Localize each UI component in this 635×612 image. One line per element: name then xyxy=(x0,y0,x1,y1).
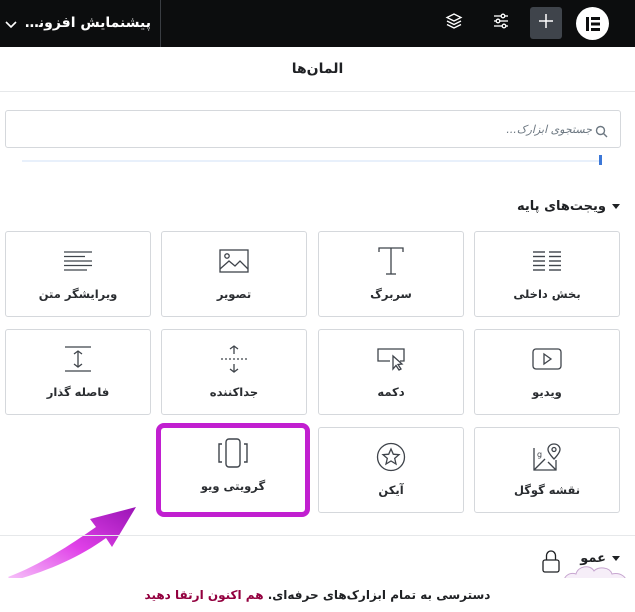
widget-search-input[interactable] xyxy=(12,116,592,142)
add-element-button[interactable] xyxy=(530,7,562,39)
widget-spacer[interactable]: فاصله گذار xyxy=(5,329,151,415)
widget-label: ویرایشگر متن xyxy=(38,287,118,301)
video-icon xyxy=(475,342,619,376)
widget-divider[interactable]: جداکننده xyxy=(161,329,307,415)
gravity-view-icon xyxy=(161,436,305,470)
sliders-icon xyxy=(492,12,510,34)
spacer-icon xyxy=(6,342,150,376)
button-icon xyxy=(319,342,463,376)
category-basic-header[interactable]: ویجت‌های پایه xyxy=(420,196,620,218)
search-icon xyxy=(595,123,608,138)
divider-icon xyxy=(162,342,306,376)
svg-text:g: g xyxy=(537,450,542,459)
layers-icon xyxy=(445,12,463,34)
pro-upgrade-bar: دسترسی به تمام ابزارک‌های حرفه‌ای. هم اک… xyxy=(0,578,635,612)
widget-text-editor[interactable]: ویرایشگر متن xyxy=(5,231,151,317)
category-basic-title: ویجت‌های پایه xyxy=(517,199,606,214)
inner-section-icon xyxy=(475,244,619,278)
widget-video[interactable]: ویدیو xyxy=(474,329,620,415)
plus-icon xyxy=(537,12,555,34)
widget-label: آیکن xyxy=(378,483,404,497)
widget-google-maps[interactable]: g نقشه گوگل xyxy=(474,427,620,513)
caret-down-icon xyxy=(612,204,620,209)
widget-label: دکمه xyxy=(377,385,405,399)
text-editor-icon xyxy=(6,244,150,278)
widget-label: گرویتی ویو xyxy=(200,479,266,493)
heading-icon xyxy=(319,244,463,278)
site-settings-button[interactable] xyxy=(485,7,517,39)
search-focus-marker xyxy=(599,155,602,165)
upgrade-link[interactable]: هم اکنون ارتقا دهید xyxy=(145,588,264,602)
widget-button[interactable]: دکمه xyxy=(318,329,464,415)
chevron-down-icon[interactable] xyxy=(3,16,19,32)
widget-gravity-view[interactable]: گرویتی ویو xyxy=(156,423,310,517)
pointer-arrow-decoration xyxy=(8,507,136,580)
editor-top-bar: پیشنمایش افزونه t... xyxy=(0,0,635,47)
page-preview-title[interactable]: پیشنمایش افزونه t... xyxy=(21,11,151,35)
widget-label: تصویر xyxy=(216,287,252,301)
promo-text: دسترسی به تمام ابزارک‌های حرفه‌ای. xyxy=(267,588,491,602)
widget-label: ویدیو xyxy=(532,385,562,399)
widget-heading[interactable]: سربرگ xyxy=(318,231,464,317)
top-bar-divider xyxy=(160,0,161,47)
widget-search-box[interactable] xyxy=(5,110,621,148)
category-divider xyxy=(0,535,635,536)
panel-title: المان‌ها xyxy=(0,47,635,92)
widget-image[interactable]: تصویر xyxy=(161,231,307,317)
widget-label: جداکننده xyxy=(209,385,259,399)
widget-inner-section[interactable]: بخش داخلی xyxy=(474,231,620,317)
star-icon xyxy=(319,440,463,474)
search-focus-line xyxy=(22,160,602,162)
widget-label: نقشه گوگل xyxy=(513,483,581,497)
widget-label: بخش داخلی xyxy=(513,287,581,301)
image-icon xyxy=(162,244,306,278)
widget-icon[interactable]: آیکن xyxy=(318,427,464,513)
widget-label: سربرگ xyxy=(370,287,412,301)
widget-label: فاصله گذار xyxy=(46,385,110,399)
lock-icon xyxy=(538,548,564,574)
google-maps-icon: g xyxy=(475,440,619,474)
elementor-logo[interactable] xyxy=(576,7,609,40)
structure-button[interactable] xyxy=(438,7,470,39)
